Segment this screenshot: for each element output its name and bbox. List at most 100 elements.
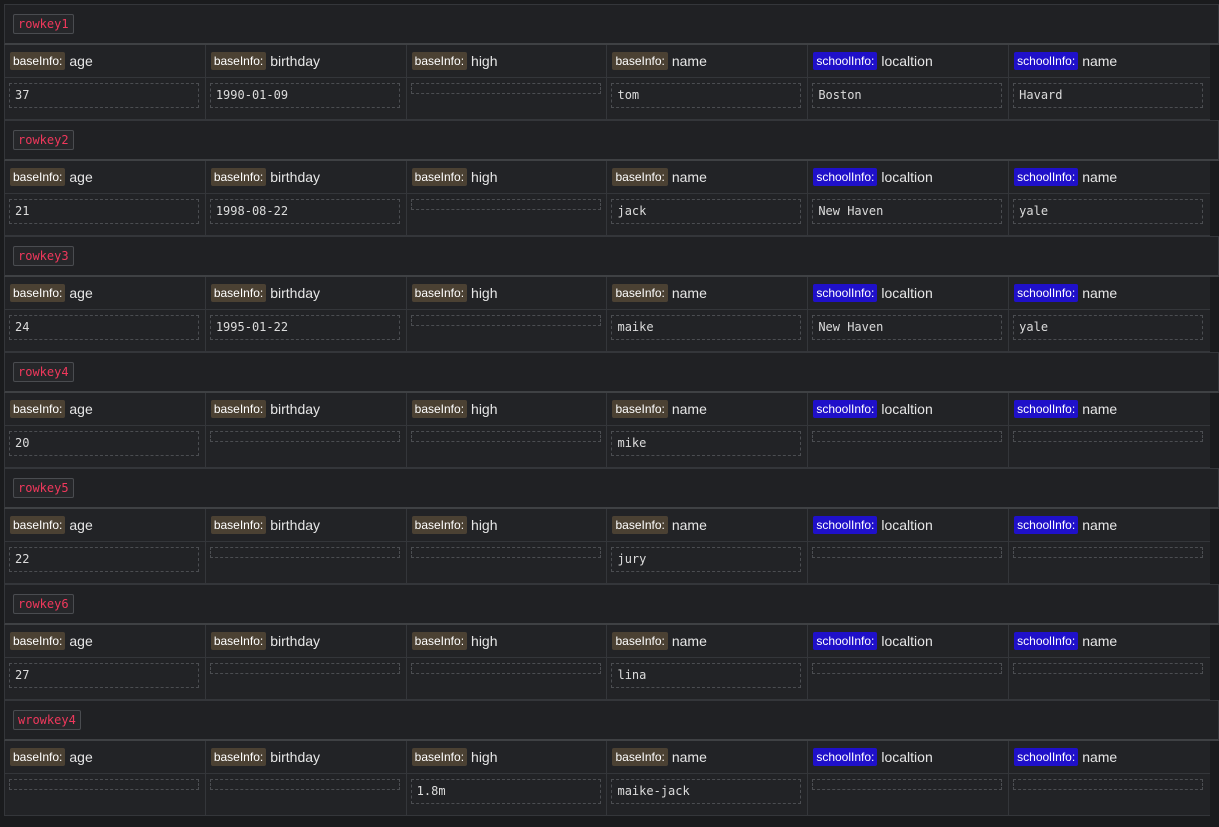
cell-value[interactable]	[812, 663, 1003, 674]
cell-value[interactable]: 22	[9, 547, 199, 572]
column-qualifier: name	[1082, 401, 1118, 417]
cell-value[interactable]: 1990-01-09	[209, 83, 400, 108]
cell-value[interactable]	[410, 199, 601, 210]
column-family-badge: schoolInfo:	[1014, 168, 1079, 186]
column-header: baseInfo: high	[406, 509, 607, 542]
cell-value[interactable]	[410, 431, 601, 442]
cell-value[interactable]: yale	[1013, 199, 1204, 224]
value-area	[1009, 542, 1210, 583]
rowkey-tag[interactable]: rowkey3	[13, 246, 74, 266]
cell-value[interactable]: 1995-01-22	[209, 315, 400, 340]
column-family-badge: schoolInfo:	[1014, 632, 1079, 650]
column-header: baseInfo: name	[607, 277, 808, 310]
column-cell: baseInfo: high	[406, 277, 608, 352]
column-grid: baseInfo: age baseInfo: birthday baseInfo: hi…	[4, 741, 1210, 816]
value-area: 1995-01-22	[206, 310, 406, 351]
column-cell: baseInfo: birthday 1998-08-22	[205, 161, 407, 236]
cell-value[interactable]	[410, 663, 601, 674]
column-family-badge: baseInfo:	[411, 400, 468, 418]
column-qualifier: name	[671, 285, 707, 301]
column-family-badge: schoolInfo:	[1014, 400, 1079, 418]
column-family-badge: baseInfo:	[10, 516, 66, 534]
column-family-badge: schoolInfo:	[813, 748, 878, 766]
cell-value[interactable]	[812, 547, 1003, 558]
cell-value[interactable]: tom	[611, 83, 802, 108]
value-area: Boston	[808, 78, 1008, 119]
column-qualifier: high	[471, 401, 498, 417]
cell-value[interactable]: jack	[611, 199, 802, 224]
cell-value[interactable]	[1013, 547, 1204, 558]
row-block: rowkey6 baseInfo: age 27 baseInfo: birthday ba…	[4, 584, 1219, 700]
cell-value[interactable]: maike	[611, 315, 802, 340]
cell-value[interactable]: lina	[611, 663, 802, 688]
cell-value[interactable]	[410, 547, 601, 558]
cell-value[interactable]: 1.8m	[410, 779, 601, 804]
cell-value[interactable]: Havard	[1013, 83, 1204, 108]
rowkey-tag[interactable]: rowkey6	[13, 594, 74, 614]
column-cell: baseInfo: high	[406, 161, 608, 236]
column-header: baseInfo: birthday	[205, 741, 406, 774]
rowkey-tag[interactable]: rowkey5	[13, 478, 74, 498]
column-cell: baseInfo: high	[406, 625, 608, 700]
column-family-badge: baseInfo:	[10, 748, 66, 766]
cell-value[interactable]	[812, 431, 1003, 442]
cell-value[interactable]: New Haven	[812, 315, 1003, 340]
rowkey-tag[interactable]: rowkey4	[13, 362, 74, 382]
column-header: baseInfo: high	[406, 277, 607, 310]
column-cell: baseInfo: high	[406, 45, 608, 120]
cell-value[interactable]: Boston	[812, 83, 1003, 108]
value-area: Havard	[1009, 78, 1210, 119]
row-block: rowkey4 baseInfo: age 20 baseInfo: birthday ba…	[4, 352, 1219, 468]
cell-value[interactable]: mike	[611, 431, 802, 456]
column-family-badge: baseInfo:	[210, 632, 267, 650]
cell-value[interactable]: 20	[9, 431, 199, 456]
cell-value[interactable]: New Haven	[812, 199, 1003, 224]
cell-value[interactable]	[209, 779, 400, 790]
column-family-badge: baseInfo:	[10, 52, 66, 70]
rowkey-tag[interactable]: wrowkey4	[13, 710, 81, 730]
cell-value[interactable]: yale	[1013, 315, 1204, 340]
column-qualifier: high	[471, 517, 498, 533]
cell-value[interactable]	[1013, 431, 1204, 442]
column-cell: schoolInfo: localtion	[808, 393, 1010, 468]
value-area: jury	[607, 542, 807, 583]
column-family-badge: baseInfo:	[411, 52, 468, 70]
column-family-badge: baseInfo:	[210, 516, 267, 534]
rowkey-tag[interactable]: rowkey2	[13, 130, 74, 150]
cell-value[interactable]	[410, 83, 601, 94]
value-area: 1998-08-22	[206, 194, 406, 235]
column-family-badge: schoolInfo:	[813, 168, 878, 186]
column-header: schoolInfo: name	[1009, 741, 1210, 774]
column-family-badge: baseInfo:	[210, 748, 267, 766]
cell-value[interactable]	[209, 547, 400, 558]
column-qualifier: localtion	[881, 53, 933, 69]
column-qualifier: name	[671, 749, 707, 765]
cell-value[interactable]: 27	[9, 663, 199, 688]
cell-value[interactable]: 24	[9, 315, 199, 340]
column-family-badge: baseInfo:	[612, 748, 668, 766]
value-area	[206, 426, 406, 467]
column-header: schoolInfo: name	[1009, 45, 1210, 78]
column-family-badge: baseInfo:	[10, 632, 66, 650]
cell-value[interactable]: maike-jack	[611, 779, 802, 804]
rowkey-tag[interactable]: rowkey1	[13, 14, 74, 34]
column-cell: schoolInfo: name yale	[1009, 161, 1210, 236]
cell-value[interactable]	[812, 779, 1003, 790]
cell-value[interactable]: 1998-08-22	[209, 199, 400, 224]
column-cell: schoolInfo: name	[1009, 741, 1210, 816]
cell-value[interactable]: 21	[9, 199, 199, 224]
cell-value[interactable]	[9, 779, 199, 790]
cell-value[interactable]: 37	[9, 83, 199, 108]
cell-value[interactable]	[1013, 663, 1204, 674]
cell-value[interactable]	[1013, 779, 1204, 790]
value-area: maike	[607, 310, 807, 351]
column-qualifier: birthday	[270, 517, 321, 533]
value-area: 21	[5, 194, 205, 235]
column-qualifier: localtion	[881, 749, 933, 765]
cell-value[interactable]	[209, 663, 400, 674]
column-header: baseInfo: birthday	[205, 161, 406, 194]
cell-value[interactable]	[410, 315, 601, 326]
column-cell: baseInfo: birthday	[205, 509, 407, 584]
cell-value[interactable]: jury	[611, 547, 802, 572]
cell-value[interactable]	[209, 431, 400, 442]
